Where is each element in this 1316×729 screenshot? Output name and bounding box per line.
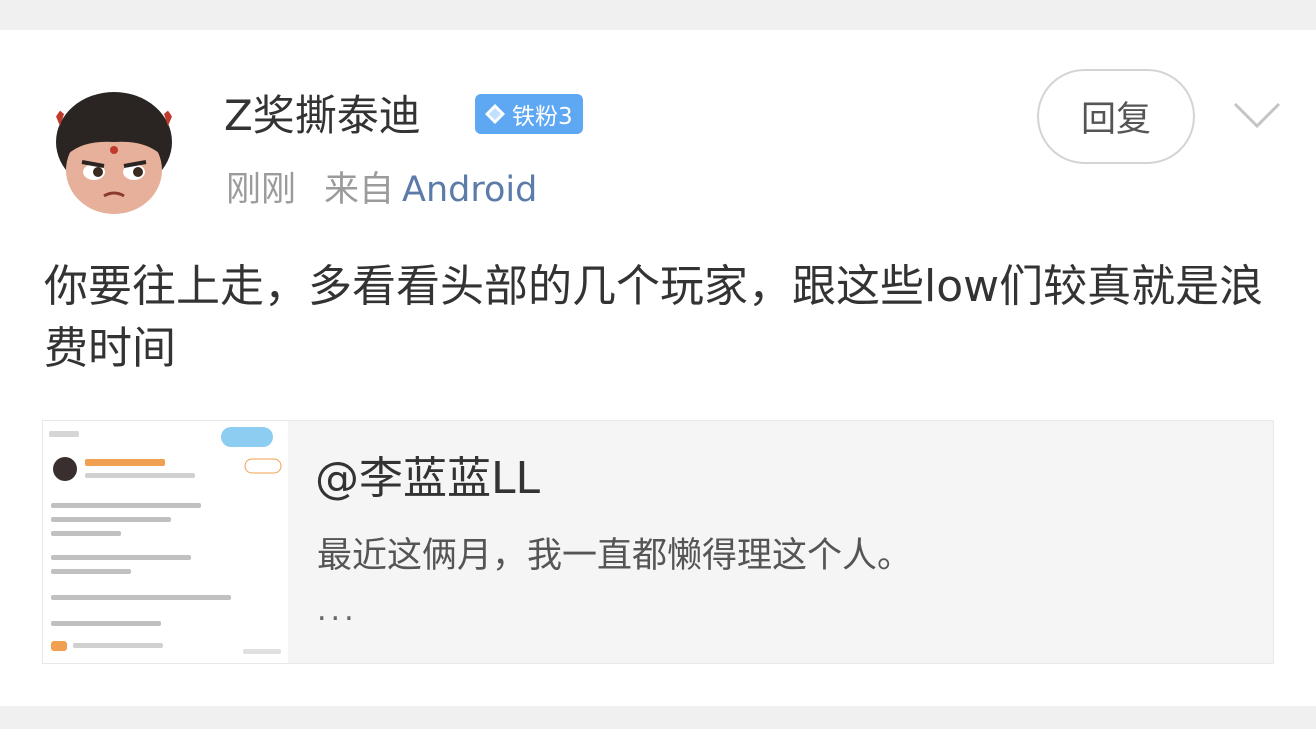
cartoon-avatar-icon bbox=[46, 84, 182, 220]
reply-button[interactable]: 回复 bbox=[1037, 69, 1195, 164]
screenshot-thumbnail-icon bbox=[43, 421, 288, 663]
quoted-post[interactable]: @李蓝蓝LL 最近这俩月，我一直都懒得理这个人。 ... bbox=[42, 420, 1274, 664]
source-label: 来自 bbox=[324, 170, 395, 210]
diamond-icon bbox=[485, 104, 505, 124]
comment-text: 你要往上走，多看看头部的几个玩家，跟这些low们较真就是浪费时间 bbox=[44, 261, 1264, 374]
quoted-author[interactable]: @李蓝蓝LL bbox=[315, 449, 540, 509]
comment-meta: 刚刚 来自 Android bbox=[226, 166, 537, 214]
chevron-down-icon[interactable] bbox=[1232, 100, 1282, 130]
quoted-text: 最近这俩月，我一直都懒得理这个人。 bbox=[317, 536, 913, 576]
comment-card: Z奖撕泰迪 铁粉3 刚刚 来自 Android 回复 你要往上走，多看看头部的几个玩… bbox=[0, 30, 1316, 706]
fan-level-badge[interactable]: 铁粉3 bbox=[475, 94, 583, 134]
username[interactable]: Z奖撕泰迪 bbox=[224, 88, 421, 144]
quoted-ellipsis: ... bbox=[317, 593, 358, 628]
timestamp: 刚刚 bbox=[226, 170, 297, 210]
avatar[interactable] bbox=[46, 84, 182, 220]
device-link[interactable]: Android bbox=[402, 170, 537, 210]
badge-label: 铁粉3 bbox=[512, 104, 573, 130]
quoted-post-thumbnail bbox=[43, 421, 288, 663]
